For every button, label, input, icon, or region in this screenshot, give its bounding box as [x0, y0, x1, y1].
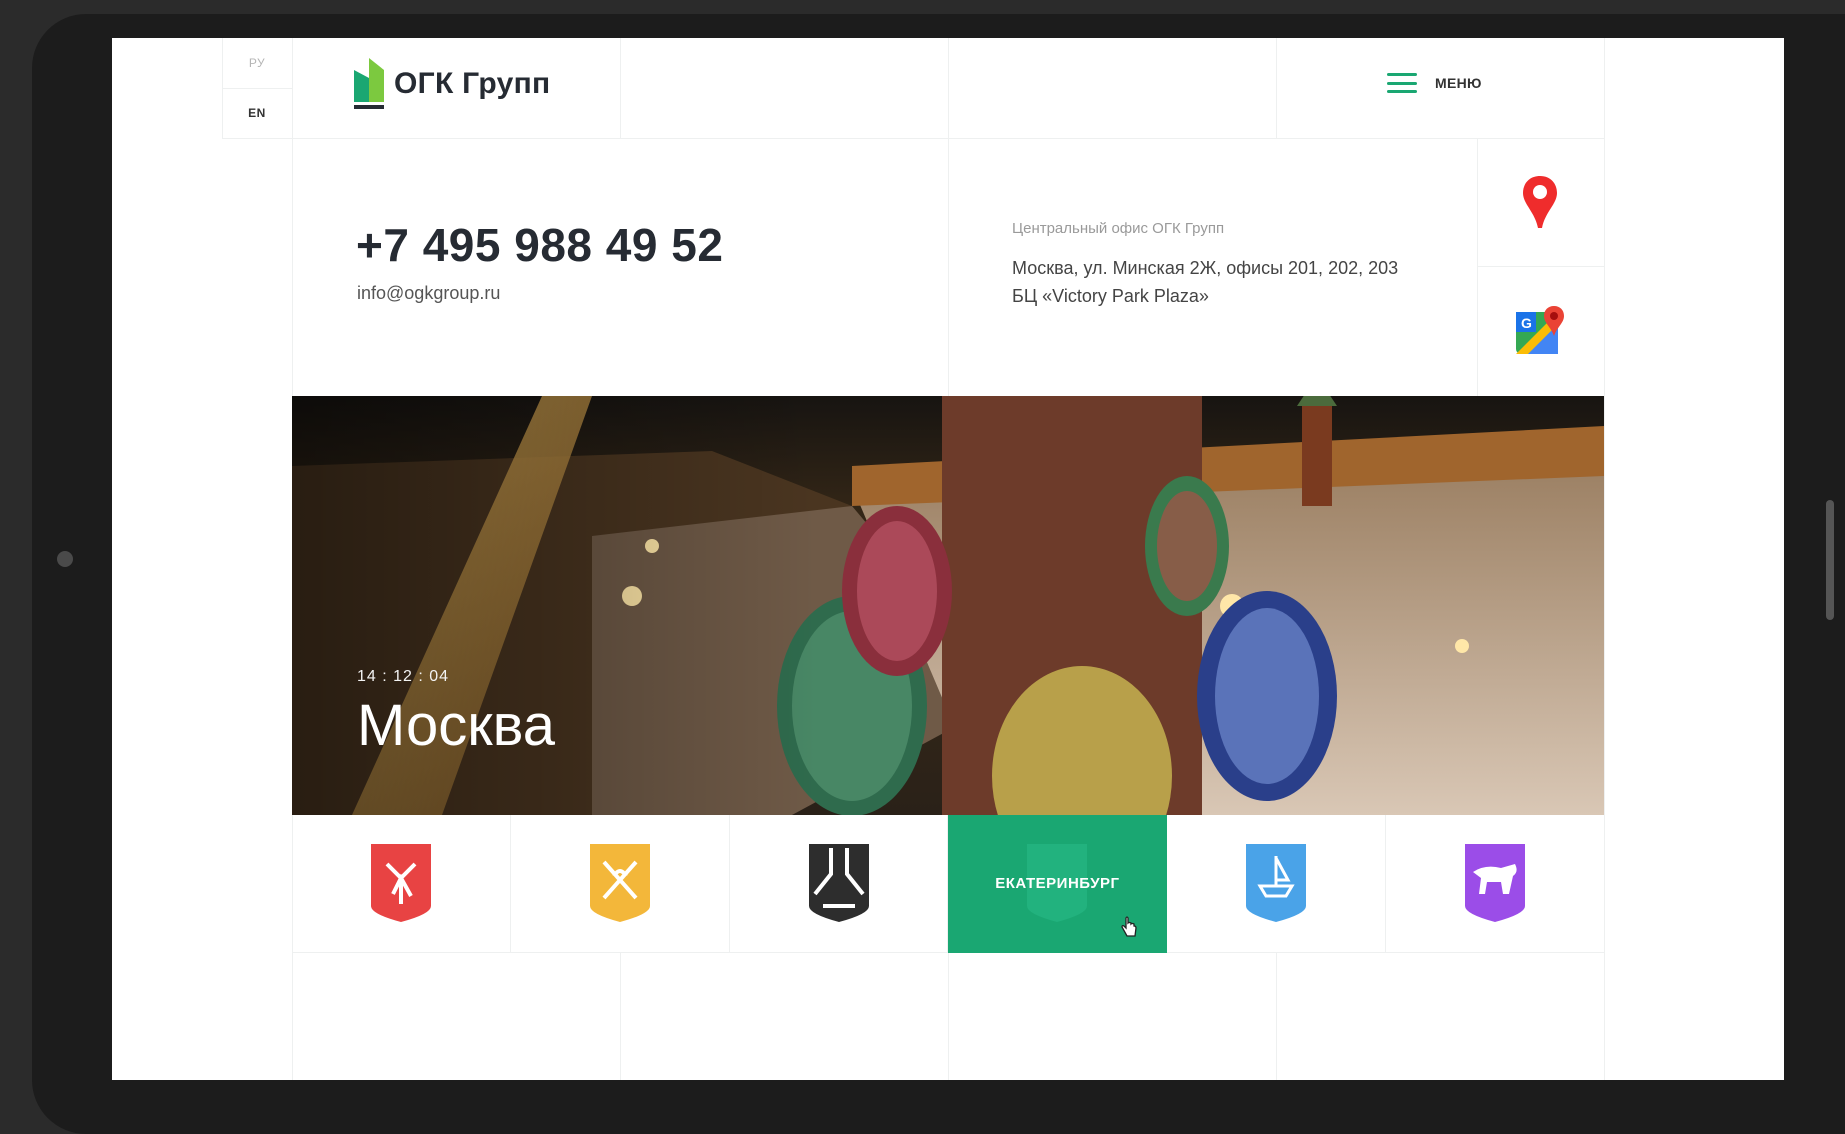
hand-cursor-icon [1121, 916, 1137, 937]
city-title: Москва [357, 693, 556, 758]
office-address: Москва, ул. Минская 2Ж, офисы 201, 202, … [1012, 254, 1442, 310]
yellow-crest-icon [589, 843, 650, 922]
screen: РУ EN ОГК Групп МЕНЮ +7 495 988 49 52 in… [112, 38, 1784, 1080]
grid-line [1276, 38, 1277, 138]
address-line-1: Москва, ул. Минская 2Ж, офисы 201, 202, … [1012, 258, 1399, 278]
city-tab-2[interactable] [510, 815, 730, 953]
logo[interactable]: ОГК Групп [354, 58, 550, 110]
google-maps-icon: G [1516, 305, 1564, 354]
purple-crest-icon [1465, 843, 1526, 922]
email-link[interactable]: info@ogkgroup.ru [357, 283, 500, 304]
grid-line [948, 953, 949, 1080]
brand-name: ОГК Групп [394, 67, 551, 100]
office-label: Центральный офис ОГК Групп [1012, 220, 1225, 237]
menu-label: МЕНЮ [1435, 75, 1482, 91]
red-crest-icon [370, 843, 431, 922]
clock-time: 14 : 12 : 04 [357, 668, 450, 685]
grid-line [948, 38, 949, 396]
camera-dot [57, 551, 73, 567]
grid-line [620, 953, 621, 1080]
city-selector: ЕКАТЕРИНБУРГ [292, 815, 1604, 953]
yandex-map-button[interactable] [1477, 138, 1603, 265]
blue-crest-icon [1246, 843, 1307, 922]
city-tab-1[interactable] [292, 815, 511, 953]
grid-line [620, 38, 621, 138]
grid-line [222, 138, 1604, 139]
lang-ru[interactable]: РУ [222, 38, 292, 88]
phone-number[interactable]: +7 495 988 49 52 [356, 218, 723, 272]
address-line-2: БЦ «Victory Park Plaza» [1012, 286, 1209, 306]
logo-icon [354, 58, 384, 109]
black-crest-icon [808, 843, 869, 922]
grid-line [1276, 953, 1277, 1080]
google-maps-button[interactable]: G [1477, 266, 1603, 393]
grid-line [1604, 38, 1605, 1080]
map-pin-icon [1523, 175, 1557, 228]
city-tab-ekaterinburg[interactable]: ЕКАТЕРИНБУРГ [948, 815, 1168, 953]
hamburger-icon [1387, 73, 1417, 93]
city-tab-3[interactable] [729, 815, 949, 953]
city-tab-6[interactable] [1386, 815, 1604, 953]
hero-banner: 14 : 12 : 04 Москва [292, 396, 1604, 815]
svg-text:G: G [1521, 315, 1532, 331]
lang-en[interactable]: EN [222, 88, 292, 138]
city-tab-5[interactable] [1167, 815, 1387, 953]
menu-button[interactable]: МЕНЮ [1387, 73, 1482, 93]
city-tab-label: ЕКАТЕРИНБУРГ [995, 875, 1120, 892]
scroll-indicator[interactable] [1826, 500, 1834, 620]
